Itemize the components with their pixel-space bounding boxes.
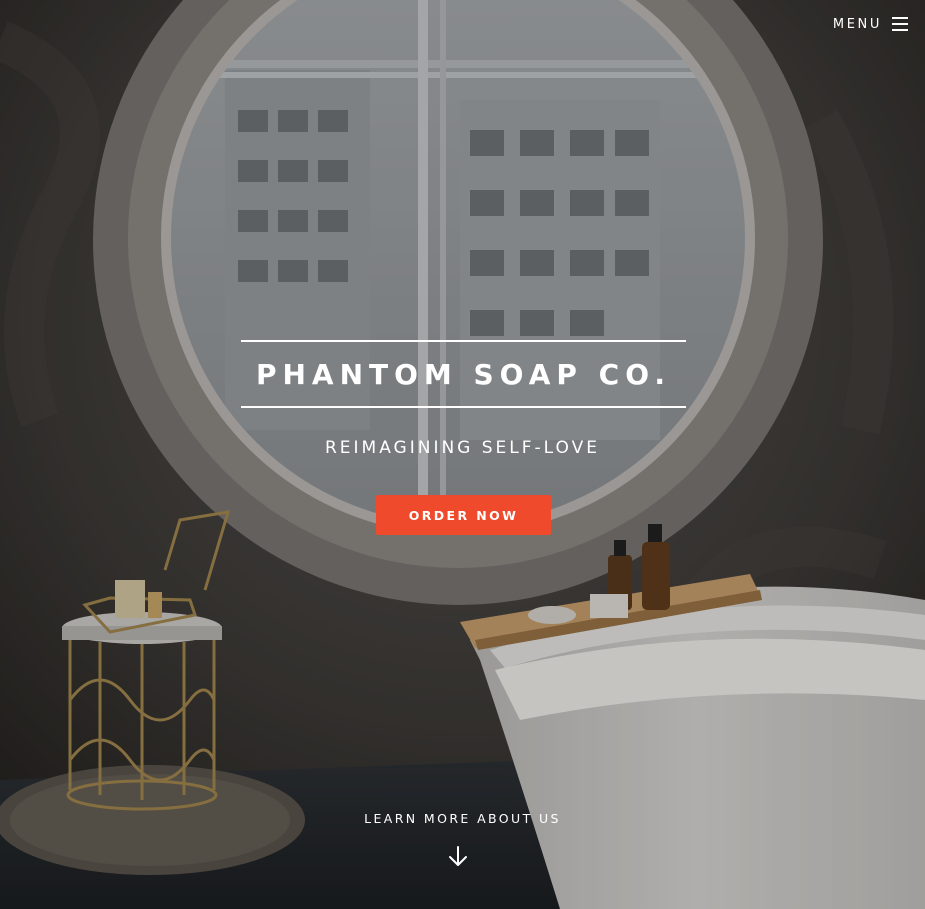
learn-more-link[interactable]: LEARN MORE ABOUT US <box>0 811 925 826</box>
menu-label: MENU <box>832 16 882 32</box>
menu-button[interactable]: MENU <box>833 14 908 34</box>
hero-tagline: REIMAGINING SELF-LOVE <box>324 438 600 458</box>
brand-title-block: PHANTOM SOAP CO. <box>241 340 686 408</box>
hamburger-icon <box>892 17 908 31</box>
arrow-down-icon[interactable] <box>447 845 469 867</box>
page-title: PHANTOM SOAP CO. <box>255 357 672 391</box>
order-now-button[interactable]: ORDER NOW <box>376 495 551 535</box>
